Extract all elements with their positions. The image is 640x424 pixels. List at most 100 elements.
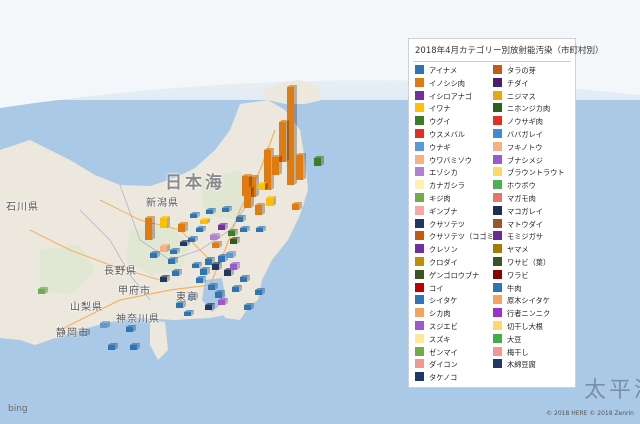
data-column[interactable] (150, 253, 157, 258)
data-column[interactable] (170, 250, 177, 254)
legend-item[interactable]: フキノトウ (493, 141, 542, 154)
legend-item[interactable]: ババガレイ (493, 129, 543, 141)
data-column[interactable] (224, 270, 231, 276)
legend-item[interactable]: コイ (415, 282, 443, 295)
legend-item[interactable]: ワラビ (493, 269, 529, 282)
data-column[interactable] (232, 287, 239, 292)
legend-item[interactable]: イノシシ肉 (415, 77, 465, 90)
data-column[interactable] (184, 312, 191, 316)
data-column[interactable] (100, 323, 107, 328)
data-column[interactable] (160, 277, 167, 282)
legend-item[interactable]: クサソテツ (415, 218, 465, 231)
legend-item[interactable]: 梅干し (493, 346, 529, 359)
data-column[interactable] (160, 218, 167, 228)
data-column[interactable] (236, 217, 243, 222)
data-column[interactable] (244, 305, 251, 310)
data-column[interactable] (244, 188, 251, 208)
legend-item[interactable]: イシロアナゴ (415, 90, 472, 103)
data-column[interactable] (256, 228, 263, 232)
data-column[interactable] (314, 158, 321, 166)
legend-item[interactable]: タラの芽 (493, 65, 536, 77)
data-column[interactable] (176, 303, 183, 308)
data-column[interactable] (145, 218, 152, 240)
data-column[interactable] (172, 271, 179, 276)
legend-item[interactable]: 切干し大根 (493, 321, 543, 333)
data-column[interactable] (218, 300, 225, 305)
legend-item[interactable]: タケノコ (415, 372, 457, 384)
legend-item[interactable]: アイナメ (415, 65, 457, 77)
legend-item[interactable]: ゲンゴロウブナ (415, 269, 479, 282)
legend-item[interactable]: ノウサギ肉 (493, 116, 543, 128)
data-column[interactable] (266, 198, 273, 206)
legend-item[interactable]: マガモ肉 (493, 193, 536, 205)
legend-item[interactable]: クレソン (415, 244, 458, 256)
legend-item[interactable]: ギンブナ (415, 205, 458, 218)
data-column[interactable] (206, 210, 213, 214)
legend-item[interactable]: キジ肉 (415, 193, 451, 205)
data-column[interactable] (255, 205, 262, 215)
data-column[interactable] (258, 184, 265, 190)
data-column[interactable] (208, 285, 215, 290)
data-column[interactable] (190, 214, 197, 218)
data-column[interactable] (240, 228, 247, 232)
legend-item[interactable]: シイタケ (415, 295, 457, 307)
legend-item[interactable]: クサソテツ（コゴミ） (415, 231, 501, 243)
legend-item[interactable]: マトウダイ (493, 218, 543, 231)
data-column[interactable] (205, 259, 212, 265)
data-column[interactable] (272, 157, 279, 175)
data-column[interactable] (168, 259, 175, 264)
data-column[interactable] (180, 242, 187, 246)
data-column[interactable] (222, 208, 229, 212)
data-column[interactable] (130, 345, 137, 350)
data-column[interactable] (218, 225, 225, 230)
legend-item[interactable]: ブナシメジ (493, 154, 543, 167)
legend-item[interactable]: 行者ニンニク (493, 308, 550, 320)
data-column[interactable] (230, 239, 237, 244)
data-column[interactable] (196, 228, 203, 232)
data-column[interactable] (226, 253, 233, 258)
data-column[interactable] (296, 155, 303, 180)
legend-item[interactable]: 木綿豆腐 (493, 359, 536, 371)
data-column[interactable] (200, 220, 207, 224)
legend-item[interactable]: ニジマス (493, 90, 536, 103)
data-column[interactable] (38, 289, 45, 294)
legend-item[interactable]: 牛肉 (493, 282, 521, 295)
legend-item[interactable]: ウスメバル (415, 129, 465, 141)
data-column[interactable] (210, 235, 217, 240)
data-column[interactable] (196, 278, 203, 283)
data-column[interactable] (126, 327, 133, 332)
legend-item[interactable]: ホウボウ (493, 180, 536, 192)
legend-item[interactable]: クロダイ (415, 257, 458, 269)
legend-item[interactable]: ヤマメ (493, 244, 529, 256)
legend-item[interactable]: ゼンマイ (415, 346, 458, 359)
data-column[interactable] (212, 243, 219, 248)
data-column[interactable] (218, 256, 225, 262)
legend-item[interactable]: マコガレイ (493, 205, 543, 218)
legend-item[interactable]: シカ肉 (415, 308, 451, 320)
legend-item[interactable]: ダイコン (415, 359, 458, 371)
data-column[interactable] (240, 277, 247, 282)
legend-item[interactable]: ニホンジカ肉 (493, 103, 550, 115)
legend-item[interactable]: エゾシカ (415, 167, 458, 179)
data-column[interactable] (205, 305, 212, 310)
legend-item[interactable]: イワナ (415, 103, 451, 115)
data-column[interactable] (292, 204, 299, 210)
legend-item[interactable]: スジエビ (415, 321, 458, 333)
data-column[interactable] (215, 292, 222, 298)
legend-item[interactable]: ウワバミソウ (415, 154, 472, 167)
legend-item[interactable]: 大豆 (493, 333, 521, 346)
data-column[interactable] (212, 264, 219, 270)
legend-item[interactable]: チダイ (493, 77, 529, 90)
data-column[interactable] (192, 264, 199, 268)
data-column[interactable] (160, 246, 167, 252)
data-column[interactable] (108, 345, 115, 350)
legend-item[interactable]: スズキ (415, 333, 451, 346)
legend-item[interactable]: ウグイ (415, 116, 451, 128)
legend-item[interactable]: 原木シイタケ (493, 295, 550, 307)
data-column[interactable] (255, 290, 262, 295)
legend-item[interactable]: モミジガサ (493, 231, 543, 243)
legend-item[interactable]: ワサビ（葉） (493, 257, 550, 269)
data-column[interactable] (200, 269, 207, 275)
data-column[interactable] (230, 264, 237, 270)
legend-item[interactable]: ウナギ (415, 141, 451, 154)
